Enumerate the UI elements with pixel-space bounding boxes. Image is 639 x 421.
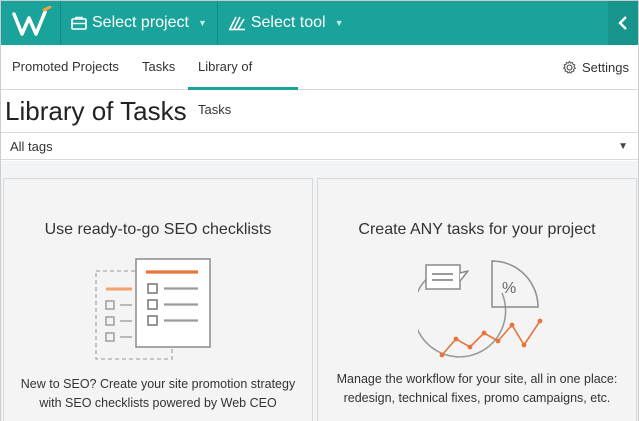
tags-filter-value: All tags [10, 139, 53, 154]
gear-icon [563, 60, 576, 74]
tags-filter-select[interactable]: All tags ▼ [1, 132, 638, 160]
tab-tasks[interactable]: Tasks [142, 45, 175, 90]
tab-promoted-projects[interactable]: Promoted Projects [12, 45, 119, 90]
select-tool-label: Select tool [250, 14, 326, 31]
select-project-label: Select project [92, 14, 189, 31]
top-bar: Select project ▼ Select tool ▼ [1, 1, 638, 45]
tasks-illustration: % [418, 260, 543, 358]
card-description: New to SEO? Create your site promotion s… [20, 377, 296, 410]
card-title: Create ANY tasks for your project [358, 221, 596, 238]
chevron-left-icon [618, 16, 627, 30]
seo-checklists-card[interactable]: Use ready-to-go SEO checklists New to SE… [3, 178, 313, 421]
collapse-sidebar-button[interactable] [608, 1, 638, 45]
settings-button[interactable]: Settings [562, 45, 629, 90]
webceo-logo[interactable] [1, 1, 61, 45]
percent-glyph: % [502, 280, 516, 297]
select-tool-dropdown[interactable]: Select tool ▼ [218, 1, 354, 45]
checklist-illustration [95, 258, 211, 360]
chevron-down-icon: ▼ [334, 18, 344, 28]
briefcase-icon [71, 16, 87, 30]
cards-area: Use ready-to-go SEO checklists New to SE… [1, 161, 638, 421]
custom-tasks-card[interactable]: Create ANY tasks for your project % Mana… [317, 178, 637, 421]
tools-icon [228, 16, 245, 31]
page-title: Library of Tasks [5, 96, 187, 126]
tab-library-of-tasks[interactable]: Library of Tasks [188, 45, 298, 117]
chevron-down-icon: ▼ [618, 141, 628, 152]
webceo-logo-icon [11, 6, 51, 36]
card-title: Use ready-to-go SEO checklists [44, 221, 272, 238]
tab-bar: Promoted Projects Tasks Library of Tasks… [1, 45, 638, 117]
chevron-down-icon: ▼ [197, 18, 207, 28]
select-project-dropdown[interactable]: Select project ▼ [61, 1, 218, 45]
card-description: Manage the workflow for your site, all i… [336, 372, 618, 405]
